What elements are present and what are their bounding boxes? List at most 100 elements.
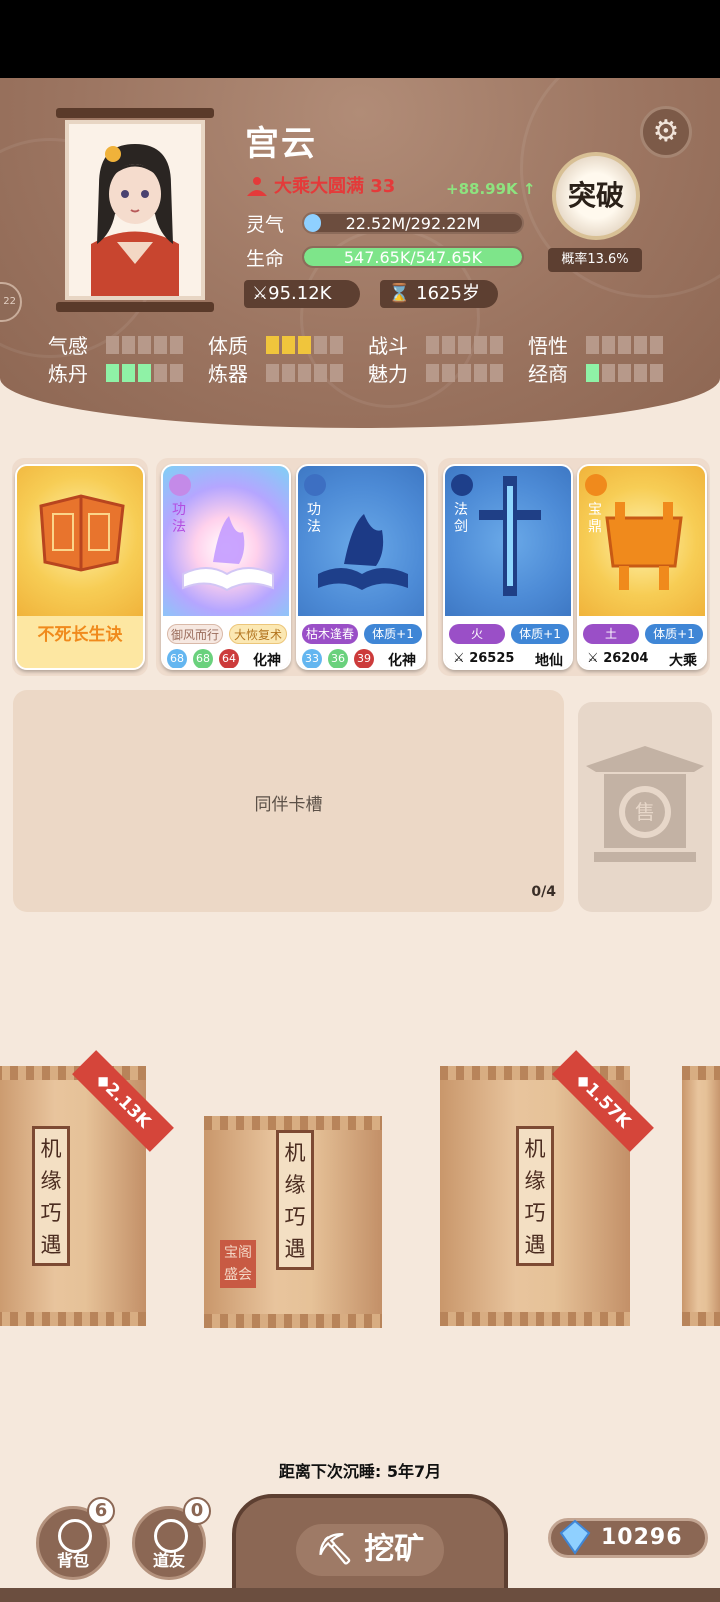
attribute-level-bar [426,364,503,382]
hp-label: 生命 [246,248,285,270]
qi-value: 22.52M/292.22M [345,214,481,233]
meditation-icon [247,177,267,196]
pack-label: 机缘巧遇 [516,1126,554,1266]
qi-label: 灵气 [246,214,285,236]
attribute-level-segment [458,364,471,382]
stat-dot: 64 [219,649,239,668]
attribute-level-segment [138,336,151,354]
stat-dot: 39 [354,649,374,668]
attribute-level-segment [314,364,327,382]
attribute-level-segment [602,336,615,354]
hourglass-icon: ⌛ [388,283,411,304]
attribute-level-segment [122,336,135,354]
card-method-2[interactable]: 功法 枯木逢春 体质+1 33 36 39 化神 [296,464,426,670]
friends-button[interactable]: 道友 0 [132,1497,211,1580]
companion-title: 同伴卡槽 [254,795,323,815]
attribute-label: 魅力 [368,362,408,386]
attribute-level-segment [314,336,327,354]
attribute-level-segment [618,336,631,354]
attribute-level-segment [122,364,135,382]
skill-chip-2: 体质+1 [364,624,422,644]
sell-shop-button[interactable]: 售 [578,702,712,912]
attribute-label: 气感 [48,334,88,358]
sleep-countdown: 距离下次沉睡: 5年7月 [278,1462,442,1481]
attribute-label: 体质 [208,334,248,358]
attribute-level-segment [330,364,343,382]
attribute-level-segment [330,336,343,354]
attribute-level-segment [490,364,503,382]
attribute-level-segment [282,336,295,354]
skill-chip-2: 大恢复术 [229,624,287,644]
settings-gear-icon[interactable]: ⚙ [640,106,692,158]
hp-value: 547.65K/547.65K [343,248,483,267]
attribute-level-bar [106,336,183,354]
attribute-level-segment [282,364,295,382]
card-sword[interactable]: 法剑 火 体质+1 ⚔ 26525 地仙 [443,464,573,670]
pack-label: 机缘巧遇 [276,1130,314,1270]
attribute-level-segment [154,336,167,354]
realm-text: 大乘大圆满 33 [274,176,396,197]
card-power: ⚔ 26204 [587,651,649,666]
card-method-1[interactable]: 功法 御风而行 大恢复术 68 68 64 化神 [161,464,291,670]
attribute-level-bar [106,364,183,382]
crossed-swords-icon: ⚔ [587,651,599,666]
card-cauldron[interactable]: 宝鼎 土 体质+1 ⚔ 26204 大乘 [577,464,707,670]
mine-button[interactable]: ⛏ 挖矿 [232,1494,508,1602]
attribute-level-segment [442,364,455,382]
card-level: 化神 [253,653,281,669]
attribute-level-bar [586,336,663,354]
element-chip: 火 [449,624,505,644]
attribute-label: 悟性 [528,334,568,358]
card-main-method[interactable]: 不死长生诀 [15,464,145,670]
crossed-swords-icon: ⚔ [252,283,269,304]
attribute-level-segment [442,336,455,354]
attribute-label: 炼器 [208,362,248,386]
attribute-label: 战斗 [368,334,408,358]
attribute-level-segment [650,336,663,354]
companion-slot[interactable]: 同伴卡槽 0/4 [13,690,564,912]
stat-dot: 68 [193,649,213,668]
attribute-level-segment [586,336,599,354]
attribute-label: 炼丹 [48,362,88,386]
companion-count: 0/4 [531,884,556,900]
attribute-level-segment [170,336,183,354]
qi-bar: 22.52M/292.22M [302,212,524,234]
attribute-level-segment [426,336,439,354]
attribute-level-segment [650,364,663,382]
attribute-level-segment [266,364,279,382]
attribute-level-bar [426,336,503,354]
attribute-level-bar [266,336,343,354]
stat-dot: 33 [302,649,322,668]
card-power: ⚔ 26525 [453,651,515,666]
attribute-level-segment [170,364,183,382]
pickaxe-icon: ⛏ [315,1532,354,1567]
attribute-level-segment [106,364,119,382]
breakthrough-button[interactable]: 突破 [552,152,640,240]
bonus-chip: 体质+1 [511,624,569,644]
attribute-level-segment [298,364,311,382]
bonus-chip: 体质+1 [645,624,703,644]
fortune-pack-4-partial[interactable] [682,1066,720,1326]
skill-chip-1: 御风而行 [167,624,223,644]
mine-label: ⛏ 挖矿 [296,1524,444,1576]
cultivation-rate: +88.99K ↑ [446,180,536,198]
attribute-level-segment [618,364,631,382]
card-level: 化神 [388,653,416,669]
card-type: 功法 [172,502,186,535]
card-type: 宝鼎 [588,502,602,535]
attribute-level-bar [266,364,343,382]
attribute-level-segment [154,364,167,382]
backpack-button[interactable]: 背包 6 [36,1497,115,1580]
realm-label: 大乘大圆满 33 [244,172,395,198]
skill-chip-1: 枯木逢春 [302,624,358,644]
portrait-scroll[interactable] [56,108,214,312]
gem-balance[interactable]: 10296 [548,1518,708,1558]
crossed-swords-icon: ⚔ [453,651,465,666]
card-level: 地仙 [535,653,563,669]
stat-dot: 36 [328,649,348,668]
attribute-level-segment [458,336,471,354]
stat-dot: 68 [167,649,187,668]
fortune-pack-2[interactable]: 机缘巧遇 宝阁盛会 [204,1116,382,1328]
age: ⌛ 1625岁 [380,280,498,308]
attribute-level-segment [426,364,439,382]
